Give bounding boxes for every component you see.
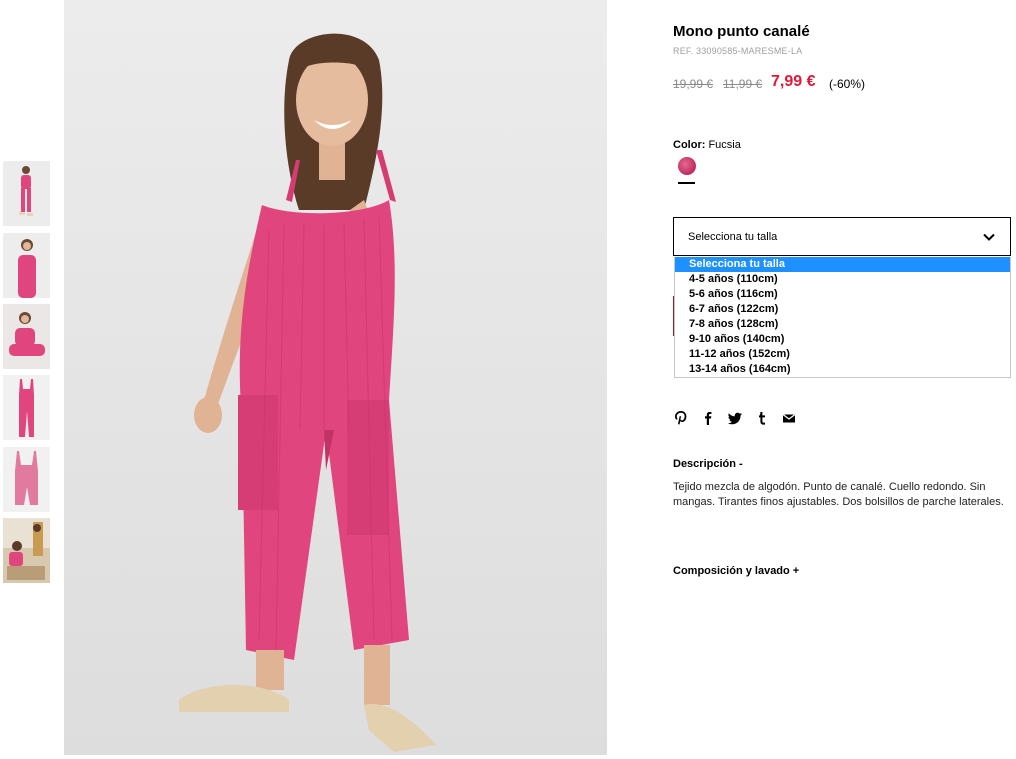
previous-price: 11,99 € <box>723 77 763 91</box>
thumbnail-1[interactable] <box>3 161 50 226</box>
size-option[interactable]: 13-14 años (164cm) <box>675 362 1010 377</box>
color-label: Color: <box>673 139 706 151</box>
size-option[interactable]: 6-7 años (122cm) <box>675 302 1010 317</box>
color-row: Color: Fucsia <box>673 139 741 151</box>
product-title: Mono punto canalé <box>673 23 810 40</box>
tumblr-icon[interactable] <box>754 409 770 427</box>
size-select[interactable]: Selecciona tu talla <box>673 217 1011 256</box>
color-swatch-fucsia[interactable] <box>678 157 696 175</box>
thumbnail-5[interactable] <box>3 447 50 512</box>
size-option[interactable]: 4-5 años (110cm) <box>675 272 1010 287</box>
original-price: 19,99 € <box>673 77 714 91</box>
composition-toggle[interactable]: Composición y lavado + <box>673 565 799 577</box>
twitter-icon[interactable] <box>727 409 743 427</box>
product-info: Mono punto canalé REF. 33090585-MARESME-… <box>673 0 1016 759</box>
discount-badge: (-60%) <box>829 77 866 91</box>
pinterest-icon[interactable] <box>673 409 689 427</box>
product-main-image[interactable] <box>64 0 607 755</box>
size-option[interactable]: 5-6 años (116cm) <box>675 287 1010 302</box>
chevron-down-icon <box>983 233 995 241</box>
size-select-value: Selecciona tu talla <box>688 231 778 243</box>
description-toggle[interactable]: Descripción - <box>673 458 743 470</box>
sale-price: 7,99 € <box>771 73 816 90</box>
size-option[interactable]: 11-12 años (152cm) <box>675 347 1010 362</box>
thumbnail-3[interactable] <box>3 304 50 369</box>
size-option[interactable]: 7-8 años (128cm) <box>675 317 1010 332</box>
product-ref: REF. 33090585-MARESME-LA <box>673 46 803 56</box>
email-icon[interactable] <box>781 409 797 427</box>
size-option[interactable]: Selecciona tu talla <box>675 257 1010 272</box>
thumbnail-6[interactable] <box>3 518 50 583</box>
thumbnail-4[interactable] <box>3 375 50 440</box>
selected-swatch-indicator <box>678 182 695 184</box>
size-option[interactable]: 9-10 años (140cm) <box>675 332 1010 347</box>
size-dropdown-list: Selecciona tu talla 4-5 años (110cm) 5-6… <box>674 257 1011 378</box>
description-text: Tejido mezcla de algodón. Punto de canal… <box>673 481 1004 508</box>
color-value: Fucsia <box>705 139 741 151</box>
thumbnail-2[interactable] <box>3 233 50 298</box>
facebook-icon[interactable] <box>700 409 716 427</box>
